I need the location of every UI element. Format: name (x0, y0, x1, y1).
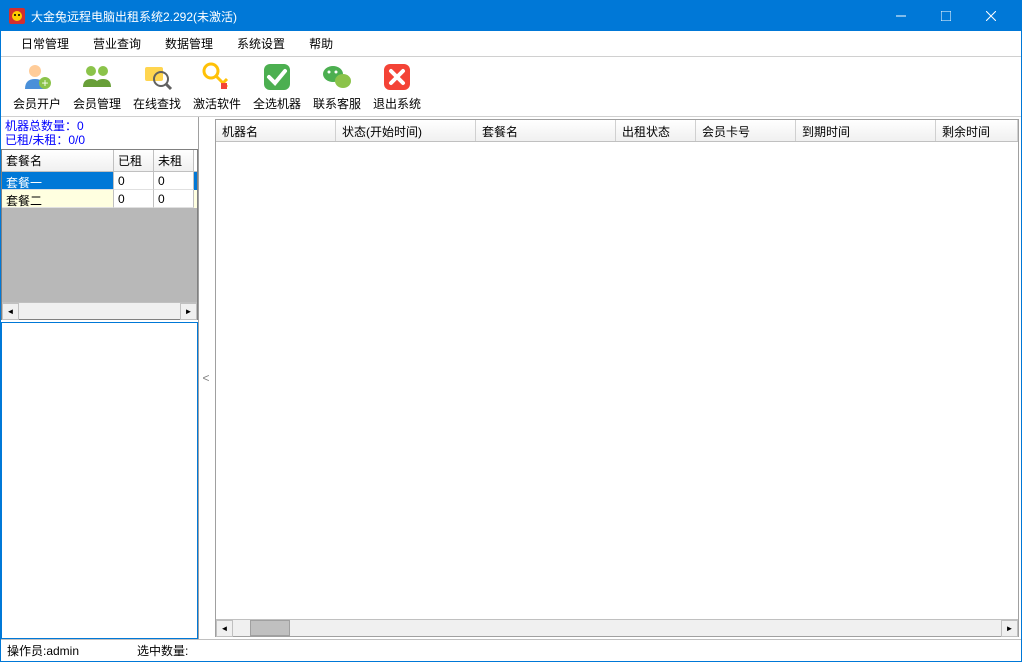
scroll-right-icon[interactable]: ► (180, 303, 197, 320)
maximize-button[interactable] (923, 1, 968, 31)
key-icon (201, 61, 233, 93)
close-icon (381, 61, 413, 93)
member-manage-button[interactable]: 会员管理 (67, 59, 127, 115)
activate-button[interactable]: 激活软件 (187, 59, 247, 115)
pkg-col-rented[interactable]: 已租 (114, 150, 154, 171)
lower-left-panel (1, 322, 198, 639)
scroll-track[interactable] (290, 620, 1001, 636)
col-status[interactable]: 状态(开始时间) (336, 120, 476, 141)
operator-label: 操作员:admin (7, 642, 137, 659)
scroll-left-icon[interactable]: ◄ (216, 620, 233, 637)
selected-count-label: 选中数量: (137, 642, 267, 659)
close-button[interactable] (968, 1, 1013, 31)
col-remaining[interactable]: 剩余时间 (936, 120, 1018, 141)
exit-button[interactable]: 退出系统 (367, 59, 427, 115)
scroll-track[interactable] (19, 303, 180, 319)
menu-system[interactable]: 系统设置 (225, 31, 297, 56)
horizontal-scrollbar[interactable]: ◄ ► (2, 302, 197, 319)
package-table: 套餐名 已租 未租 套餐一 0 0 套餐二 0 0 ◄ ► (1, 149, 198, 320)
table-row[interactable]: 套餐二 0 0 (2, 190, 197, 208)
online-search-button[interactable]: 在线查找 (127, 59, 187, 115)
total-machines-label: 机器总数量：0 (5, 119, 194, 133)
tool-label: 激活软件 (193, 95, 241, 112)
tool-label: 会员开户 (13, 95, 61, 112)
search-icon (141, 61, 173, 93)
cell-name: 套餐一 (2, 172, 114, 190)
pkg-col-name[interactable]: 套餐名 (2, 150, 114, 171)
toolbar: + 会员开户 会员管理 在线查找 激活软件 全选机器 联系客服 退出系统 (1, 57, 1021, 117)
tool-label: 全选机器 (253, 95, 301, 112)
tool-label: 退出系统 (373, 95, 421, 112)
col-machine[interactable]: 机器名 (216, 120, 336, 141)
menu-daily[interactable]: 日常管理 (9, 31, 81, 56)
people-icon (81, 61, 113, 93)
statusbar: 操作员:admin 选中数量: (1, 639, 1021, 661)
col-rent-status[interactable]: 出租状态 (616, 120, 696, 141)
col-package[interactable]: 套餐名 (476, 120, 616, 141)
menu-business[interactable]: 营业查询 (81, 31, 153, 56)
titlebar: 大金兔远程电脑出租系统2.292(未激活) (1, 1, 1021, 31)
main-grid: 机器名 状态(开始时间) 套餐名 出租状态 会员卡号 到期时间 剩余时间 ◄ ► (215, 119, 1019, 637)
grid-body[interactable] (216, 142, 1018, 619)
cell-name: 套餐二 (2, 190, 114, 208)
wechat-icon (321, 61, 353, 93)
col-expire[interactable]: 到期时间 (796, 120, 936, 141)
cell-unrented: 0 (154, 172, 194, 190)
splitter[interactable]: < (199, 117, 213, 639)
check-icon (261, 61, 293, 93)
grid-horizontal-scrollbar[interactable]: ◄ ► (216, 619, 1018, 636)
cell-rented: 0 (114, 172, 154, 190)
scroll-right-icon[interactable]: ► (1001, 620, 1018, 637)
left-panel: 机器总数量：0 已租/未租：0/0 套餐名 已租 未租 套餐一 0 0 套餐二 … (1, 117, 199, 639)
minimize-button[interactable] (878, 1, 923, 31)
menu-data[interactable]: 数据管理 (153, 31, 225, 56)
scroll-thumb[interactable] (250, 620, 290, 636)
pkg-col-unrented[interactable]: 未租 (154, 150, 194, 171)
select-all-button[interactable]: 全选机器 (247, 59, 307, 115)
rented-stats-label: 已租/未租：0/0 (5, 133, 194, 147)
svg-text:+: + (41, 76, 48, 90)
app-icon (9, 8, 25, 24)
tool-label: 联系客服 (313, 95, 361, 112)
tool-label: 会员管理 (73, 95, 121, 112)
tool-label: 在线查找 (133, 95, 181, 112)
window-title: 大金兔远程电脑出租系统2.292(未激活) (31, 8, 878, 25)
menu-help[interactable]: 帮助 (297, 31, 345, 56)
member-open-button[interactable]: + 会员开户 (7, 59, 67, 115)
menubar: 日常管理 营业查询 数据管理 系统设置 帮助 (1, 31, 1021, 57)
cell-rented: 0 (114, 190, 154, 208)
table-row[interactable]: 套餐一 0 0 (2, 172, 197, 190)
contact-button[interactable]: 联系客服 (307, 59, 367, 115)
person-add-icon: + (21, 61, 53, 93)
cell-unrented: 0 (154, 190, 194, 208)
scroll-left-icon[interactable]: ◄ (2, 303, 19, 320)
col-card[interactable]: 会员卡号 (696, 120, 796, 141)
